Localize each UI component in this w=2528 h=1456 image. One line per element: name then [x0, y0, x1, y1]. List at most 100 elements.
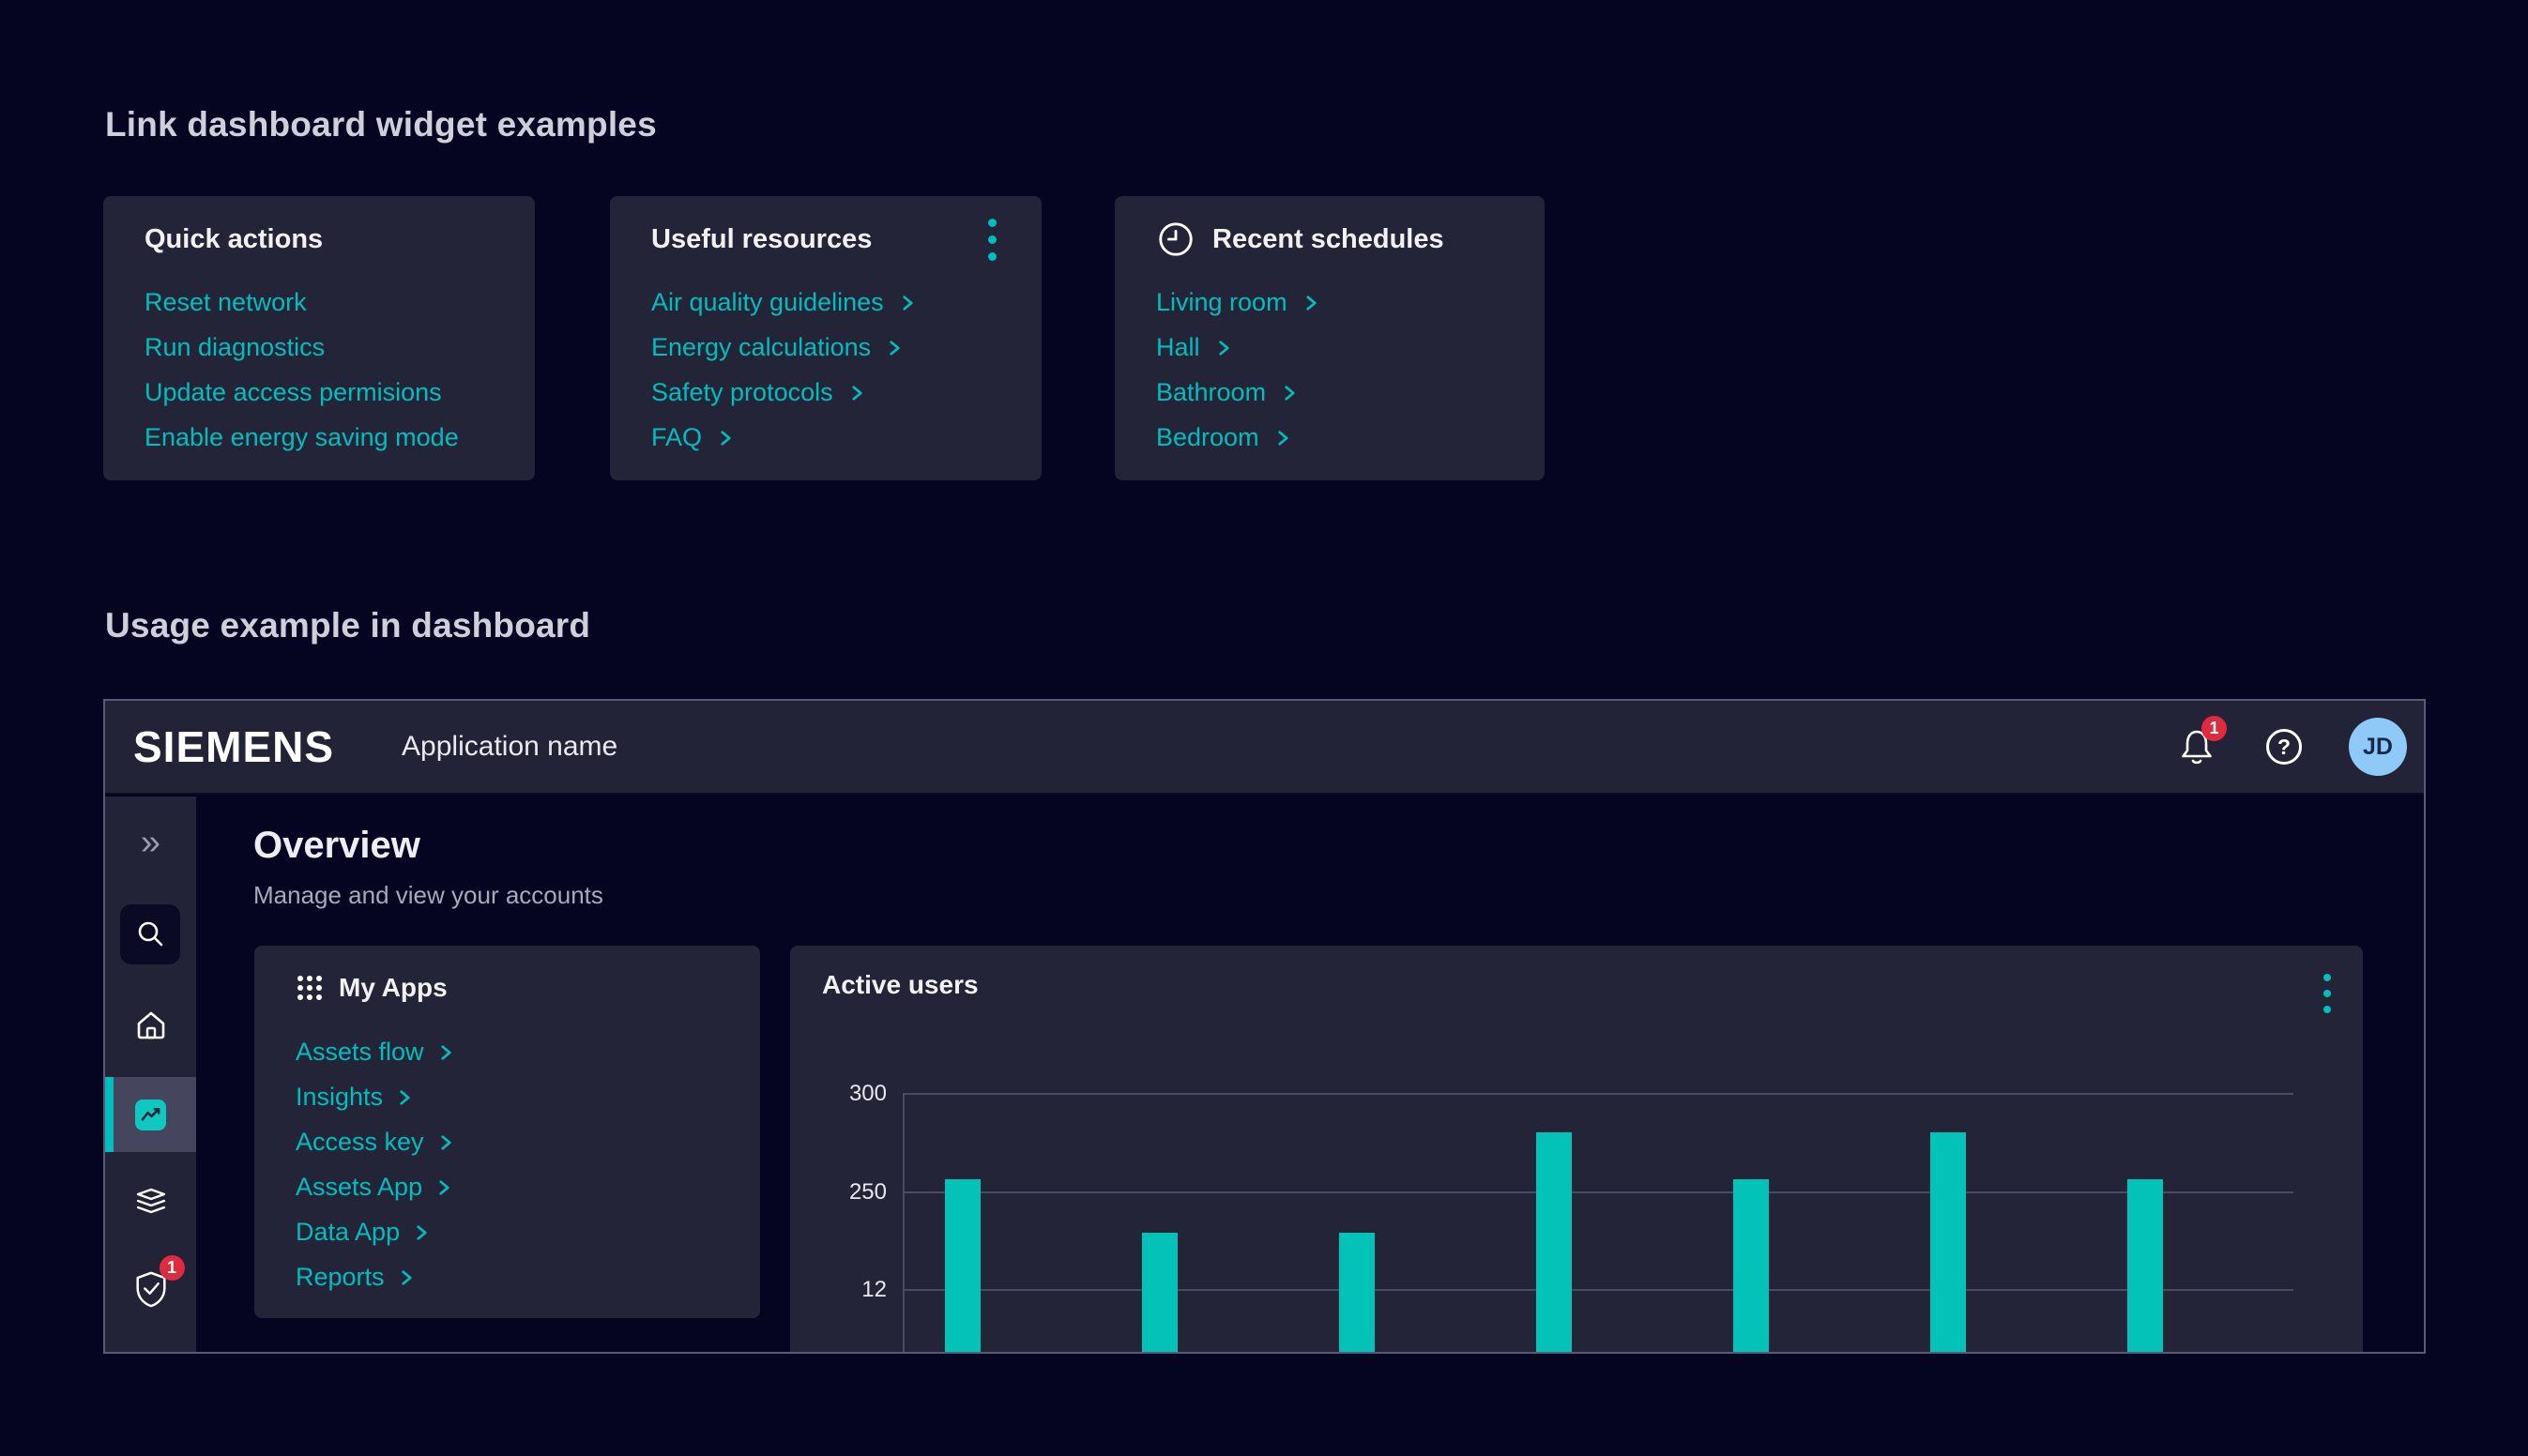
link-reset-network[interactable]: Reset network	[145, 280, 494, 325]
link-label: Assets flow	[296, 1038, 424, 1066]
link-faq[interactable]: FAQ	[651, 415, 1000, 460]
chevron-right-icon	[415, 1223, 429, 1242]
chevron-right-icon	[437, 1178, 451, 1197]
chevron-right-icon	[888, 339, 902, 357]
chevron-right-icon	[1283, 384, 1297, 402]
chevron-right-icon	[901, 294, 915, 312]
link-label: Hall	[1156, 333, 1200, 361]
bar	[1733, 1179, 1769, 1354]
link-label: Run diagnostics	[145, 333, 325, 361]
double-chevron-right-icon: »	[141, 825, 160, 860]
gridline	[903, 1093, 2293, 1095]
quick-actions-card: Quick actions Reset network Run diagnost…	[103, 196, 535, 480]
layers-icon	[132, 1185, 170, 1221]
link-label: Access key	[296, 1128, 424, 1156]
link-hall[interactable]: Hall	[1156, 325, 1503, 370]
card-title: Useful resources	[651, 220, 872, 258]
link-living-room[interactable]: Living room	[1156, 280, 1503, 325]
question-mark-icon: ?	[2277, 735, 2291, 760]
link-enable-energy-saving[interactable]: Enable energy saving mode	[145, 415, 494, 460]
link-label: Energy calculations	[651, 333, 871, 361]
card-title: My Apps	[339, 968, 448, 1008]
link-bathroom[interactable]: Bathroom	[1156, 370, 1503, 415]
y-tick-label: 250	[798, 1181, 887, 1204]
card-header: My Apps	[296, 968, 719, 1008]
bar	[1536, 1132, 1572, 1354]
link-label: Reset network	[145, 288, 307, 316]
link-label: Bathroom	[1156, 378, 1266, 406]
bar	[2127, 1179, 2163, 1354]
card-header: Quick actions	[145, 220, 494, 258]
link-label: Reports	[296, 1263, 385, 1291]
sidebar-item-search[interactable]	[120, 904, 180, 964]
chevron-right-icon	[1276, 429, 1290, 447]
section-heading-usage: Usage example in dashboard	[105, 604, 590, 647]
sidebar-item-layers[interactable]	[105, 1183, 196, 1222]
link-label: Air quality guidelines	[651, 288, 884, 316]
link-label: FAQ	[651, 423, 702, 451]
chevron-right-icon	[439, 1043, 453, 1062]
clock-icon	[1156, 220, 1195, 259]
sidebar-item-analytics-active[interactable]	[105, 1077, 196, 1152]
user-avatar[interactable]: JD	[2349, 718, 2407, 776]
link-reports[interactable]: Reports	[296, 1254, 719, 1299]
chevron-right-icon	[1304, 294, 1318, 312]
sidebar-item-security[interactable]: 1	[105, 1266, 196, 1312]
gridline	[903, 1289, 2293, 1291]
link-safety-protocols[interactable]: Safety protocols	[651, 370, 1000, 415]
link-list: Air quality guidelines Energy calculatio…	[651, 280, 1000, 460]
avatar-initials: JD	[2363, 734, 2393, 761]
chevron-right-icon	[1217, 339, 1231, 357]
sidebar: »	[105, 796, 196, 1352]
link-bedroom[interactable]: Bedroom	[1156, 415, 1503, 460]
my-apps-card: My Apps Assets flow Insights Access key …	[254, 946, 760, 1318]
link-energy-calculations[interactable]: Energy calculations	[651, 325, 1000, 370]
bar	[1142, 1233, 1178, 1354]
notifications-button[interactable]: 1	[2174, 724, 2219, 769]
home-icon	[133, 1009, 169, 1042]
link-data-app[interactable]: Data App	[296, 1209, 719, 1254]
link-access-key[interactable]: Access key	[296, 1119, 719, 1164]
y-axis-line	[903, 1094, 905, 1354]
section-heading-widgets: Link dashboard widget examples	[105, 103, 657, 146]
link-list: Reset network Run diagnostics Update acc…	[145, 280, 494, 460]
y-tick-label: 300	[798, 1083, 887, 1105]
link-list: Living room Hall Bathroom Bedroom	[1156, 280, 1503, 460]
active-users-bar-chart: 30025012	[790, 946, 2363, 1354]
gridline	[903, 1191, 2293, 1193]
useful-resources-card: Useful resources Air quality guidelines …	[610, 196, 1042, 480]
active-indicator	[105, 1077, 114, 1152]
page-title: Overview	[253, 824, 420, 867]
bar	[1339, 1233, 1375, 1354]
sidebar-item-home[interactable]	[105, 1007, 196, 1044]
page: Link dashboard widget examples Quick act…	[0, 0, 2528, 1456]
active-users-card: Active users 30025012	[790, 946, 2363, 1354]
link-assets-flow[interactable]: Assets flow	[296, 1029, 719, 1074]
page-subtitle: Manage and view your accounts	[253, 880, 603, 910]
kebab-menu-icon[interactable]	[984, 215, 1000, 265]
search-icon	[133, 918, 167, 951]
sidebar-expand-button[interactable]: »	[105, 823, 196, 862]
help-button[interactable]: ?	[2266, 729, 2302, 765]
link-label: Bedroom	[1156, 423, 1259, 451]
notification-badge: 1	[2201, 716, 2227, 741]
shield-check-icon: 1	[129, 1266, 174, 1312]
bar	[945, 1179, 981, 1354]
recent-schedules-card: Recent schedules Living room Hall Bathro…	[1115, 196, 1545, 480]
chevron-right-icon	[850, 384, 864, 402]
header-actions: 1 ? JD	[2174, 718, 2407, 776]
link-insights[interactable]: Insights	[296, 1074, 719, 1119]
link-label: Enable energy saving mode	[145, 423, 459, 451]
link-assets-app[interactable]: Assets App	[296, 1164, 719, 1209]
link-label: Update access permisions	[145, 378, 442, 406]
siemens-logo: SIEMENS	[133, 700, 334, 794]
chevron-right-icon	[398, 1088, 412, 1107]
link-label: Safety protocols	[651, 378, 833, 406]
chevron-right-icon	[439, 1133, 453, 1152]
app-header: SIEMENS Application name 1 ? JD	[105, 701, 2424, 795]
link-air-quality-guidelines[interactable]: Air quality guidelines	[651, 280, 1000, 325]
link-run-diagnostics[interactable]: Run diagnostics	[145, 325, 494, 370]
link-update-access-permissions[interactable]: Update access permisions	[145, 370, 494, 415]
bar	[1930, 1132, 1966, 1354]
chevron-right-icon	[400, 1268, 414, 1287]
